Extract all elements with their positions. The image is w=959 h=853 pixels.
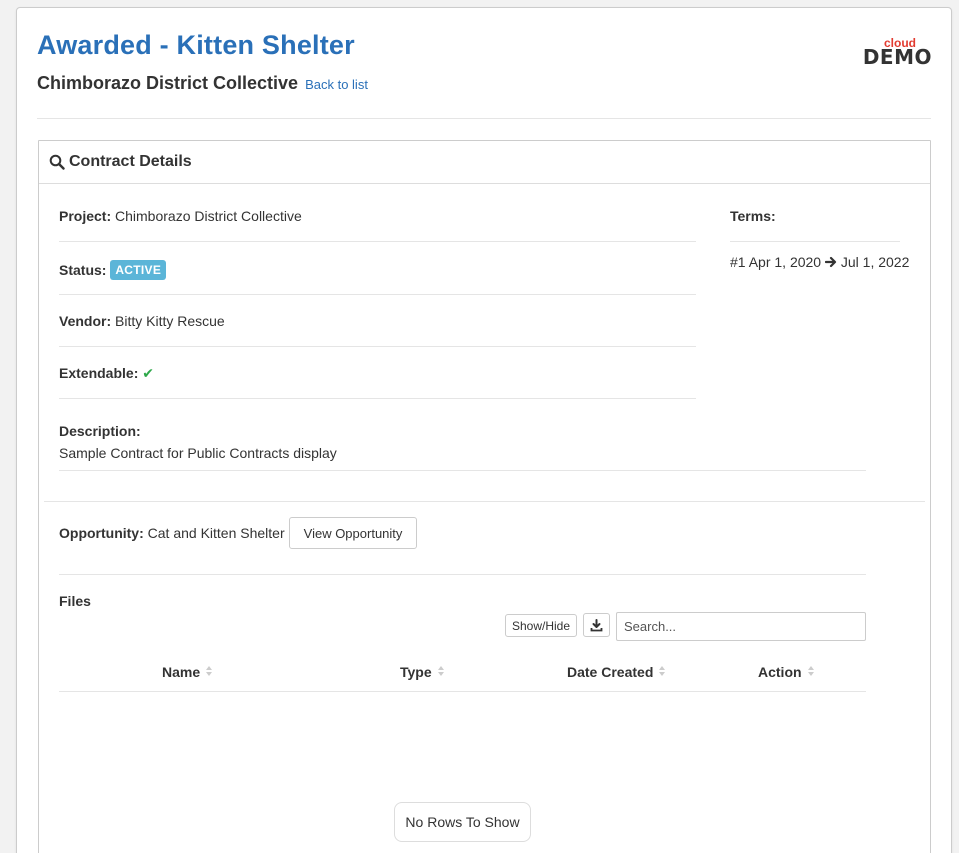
sort-icon xyxy=(205,664,213,680)
download-icon xyxy=(590,618,603,632)
main-card: Awarded - Kitten Shelter Chimborazo Dist… xyxy=(16,7,952,853)
contract-details-panel: Contract Details Project: Chimborazo Dis… xyxy=(38,140,931,853)
project-label: Project: xyxy=(59,208,112,224)
opportunity-text: Opportunity: Cat and Kitten Shelter xyxy=(59,517,285,541)
description-block: Description: Sample Contract for Public … xyxy=(59,415,866,471)
panel-title: Contract Details xyxy=(69,153,192,170)
vendor-label: Vendor: xyxy=(59,313,112,329)
page-title: Awarded - Kitten Shelter xyxy=(37,30,355,60)
page-subtitle: Chimborazo District Collective Back to l… xyxy=(37,73,368,94)
column-header-date-created[interactable]: Date Created xyxy=(567,664,666,680)
opportunity-value: Cat and Kitten Shelter xyxy=(147,525,285,541)
term-end: Jul 1, 2022 xyxy=(840,254,910,270)
column-header-name[interactable]: Name xyxy=(162,664,213,680)
description-value: Sample Contract for Public Contracts dis… xyxy=(59,445,337,461)
header-divider xyxy=(37,118,931,119)
panel-header: Contract Details xyxy=(39,141,930,184)
sort-icon xyxy=(807,664,815,680)
show-hide-button[interactable]: Show/Hide xyxy=(505,614,577,637)
files-table-header: Name Type Date Created Action xyxy=(59,655,866,692)
section-divider xyxy=(44,501,925,502)
search-icon xyxy=(49,154,65,170)
logo-demo-text: DEMO xyxy=(862,45,932,69)
download-button[interactable] xyxy=(583,613,610,637)
vendor-value: Bitty Kitty Rescue xyxy=(115,313,225,329)
term-item: #1 Apr 1, 2020 Jul 1, 2022 xyxy=(730,254,909,271)
cloud-demo-logo: cloud DEMO xyxy=(863,37,932,67)
opportunity-label: Opportunity: xyxy=(59,525,144,541)
column-header-label: Date Created xyxy=(567,664,654,680)
extendable-label: Extendable: xyxy=(59,365,139,381)
sort-icon xyxy=(437,664,445,680)
term-start: Apr 1, 2020 xyxy=(748,254,822,270)
column-header-label: Name xyxy=(162,664,201,680)
subtitle-text: Chimborazo District Collective xyxy=(37,73,299,93)
arrow-right-icon xyxy=(824,255,837,271)
column-header-type[interactable]: Type xyxy=(400,664,445,680)
terms-section: Terms: #1 Apr 1, 2020 Jul 1, 2022 xyxy=(730,185,909,271)
status-badge: ACTIVE xyxy=(110,260,167,280)
sort-icon xyxy=(658,664,666,680)
check-icon: ✔ xyxy=(142,365,154,381)
description-label: Description: xyxy=(59,423,141,439)
files-search-input[interactable] xyxy=(616,612,866,641)
opportunity-row: Opportunity: Cat and Kitten Shelter View… xyxy=(59,517,866,575)
vendor-row: Vendor: Bitty Kitty Rescue xyxy=(59,295,696,347)
extendable-row: Extendable: ✔ xyxy=(59,347,696,399)
no-rows-overlay: No Rows To Show xyxy=(394,802,531,842)
view-opportunity-button[interactable]: View Opportunity xyxy=(288,517,418,549)
details-list: Project: Chimborazo District Collective … xyxy=(59,185,696,399)
column-header-action[interactable]: Action xyxy=(758,664,815,680)
terms-label: Terms: xyxy=(730,185,900,242)
term-number: #1 xyxy=(730,254,746,270)
column-header-label: Type xyxy=(400,664,432,680)
project-row: Project: Chimborazo District Collective xyxy=(59,185,696,242)
status-row: Status: ACTIVE xyxy=(59,242,696,295)
column-header-label: Action xyxy=(758,664,802,680)
status-label: Status: xyxy=(59,262,107,278)
project-value: Chimborazo District Collective xyxy=(115,208,302,224)
back-to-list-link[interactable]: Back to list xyxy=(305,77,368,92)
files-label: Files xyxy=(59,593,91,609)
